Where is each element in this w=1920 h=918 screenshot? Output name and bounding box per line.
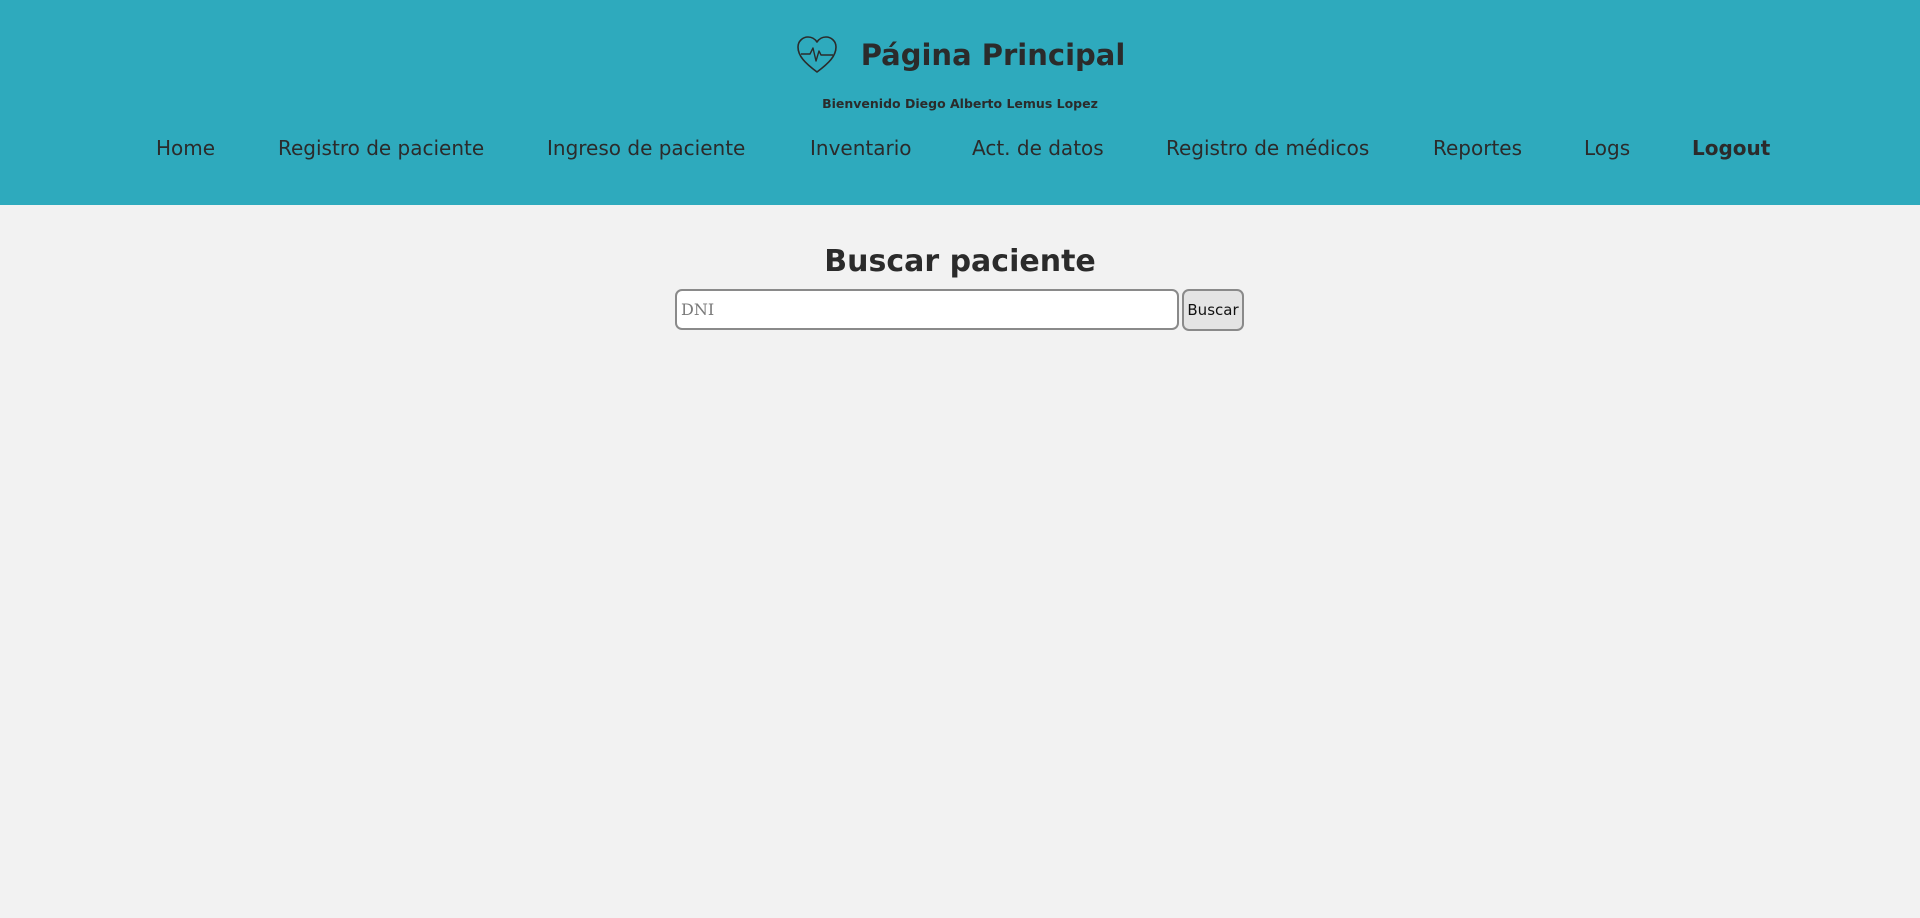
nav-logs[interactable]: Logs bbox=[1584, 133, 1630, 163]
nav-registro-medicos[interactable]: Registro de médicos bbox=[1166, 133, 1369, 163]
nav-inventario[interactable]: Inventario bbox=[810, 133, 912, 163]
page-title: Página Principal bbox=[860, 38, 1126, 72]
nav-ingreso-paciente[interactable]: Ingreso de paciente bbox=[547, 133, 745, 163]
nav-home[interactable]: Home bbox=[156, 133, 215, 163]
search-title: Buscar paciente bbox=[824, 244, 1096, 279]
nav-registro-paciente[interactable]: Registro de paciente bbox=[278, 133, 484, 163]
welcome-message: Bienvenido Diego Alberto Lemus Lopez bbox=[822, 96, 1098, 111]
heart-pulse-icon bbox=[796, 36, 837, 73]
nav-act-datos[interactable]: Act. de datos bbox=[972, 133, 1104, 163]
search-button[interactable]: Buscar bbox=[1182, 289, 1244, 331]
nav-logout[interactable]: Logout bbox=[1692, 133, 1770, 163]
brand: Página Principal bbox=[0, 30, 1920, 80]
header: Página Principal Bienvenido Diego Albert… bbox=[0, 0, 1920, 205]
main-nav: Home Registro de paciente Ingreso de pac… bbox=[0, 133, 1920, 163]
nav-reportes[interactable]: Reportes bbox=[1433, 133, 1522, 163]
dni-search-input[interactable] bbox=[675, 289, 1179, 330]
